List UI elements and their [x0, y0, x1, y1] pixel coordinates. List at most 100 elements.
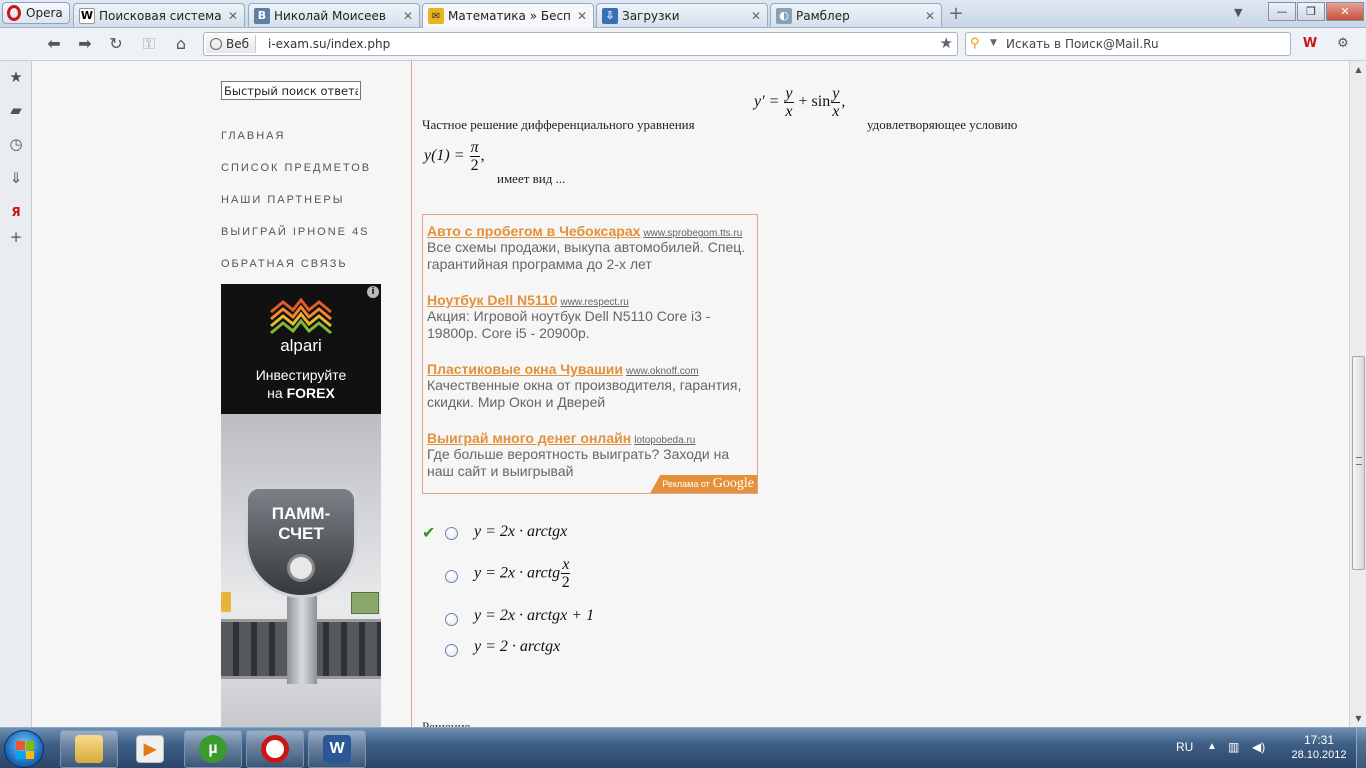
fraction: yx [831, 85, 841, 120]
ad-url[interactable]: www.respect.ru [560, 297, 628, 308]
answer-expression: y = 2 · arctgx [474, 638, 561, 655]
search-engine-icon[interactable]: ⚲ [970, 36, 980, 51]
answer-option-3[interactable]: y = 2 · arctgx [422, 638, 822, 668]
url-text[interactable]: i-exam.su/index.php [268, 37, 390, 51]
clock-date: 28.10.2012 [1291, 749, 1347, 761]
tab-0[interactable]: W Поисковая система W... ✕ [73, 3, 245, 27]
tray-expand-icon[interactable]: ▲ [1207, 741, 1217, 768]
close-icon[interactable]: ✕ [748, 9, 764, 23]
tab-list-chevron-down-icon[interactable]: ▼ [1234, 6, 1242, 19]
ad-unit[interactable]: Авто с пробегом в Чебоксарах www.sprobego… [427, 223, 755, 273]
opera-menu-button[interactable]: Opera [2, 2, 70, 24]
close-icon[interactable]: ✕ [922, 9, 938, 23]
answer-radio[interactable] [445, 644, 458, 657]
tab-1[interactable]: B Николай Моисеев ✕ [248, 3, 420, 27]
restore-icon[interactable]: ❐ [1297, 2, 1325, 21]
scroll-thumb[interactable] [1352, 356, 1365, 570]
fraction: x2 [561, 556, 571, 591]
close-icon[interactable]: ✕ [574, 9, 590, 23]
ad-title[interactable]: Ноутбук Dell N5110 [427, 292, 557, 308]
close-window-icon[interactable]: ✕ [1326, 2, 1364, 21]
frac-num: x [561, 556, 571, 574]
home-icon[interactable]: ⌂ [169, 33, 193, 55]
chevron-down-icon[interactable]: ▼ [990, 38, 997, 48]
taskbar-word[interactable]: W [308, 730, 366, 768]
menu-item-partners[interactable]: НАШИ ПАРТНЕРЫ [221, 194, 345, 206]
new-tab-icon[interactable]: + [946, 5, 966, 23]
site-info-badge[interactable]: Веб [206, 35, 257, 53]
back-arrow-icon[interactable]: ⬅ [42, 33, 66, 55]
rambler-icon: ◐ [776, 7, 792, 24]
taskbar-media-player[interactable]: ▶ [121, 730, 179, 768]
cond-lhs: y(1) = [424, 147, 469, 165]
alpari-banner[interactable]: i alpari Инвестируйте на FOREX ПАММ- СЧЕ… [221, 284, 381, 727]
answer-option-1[interactable]: y = 2x · arctg x 2 [422, 556, 822, 600]
ad-url[interactable]: lotopobeda.ru [634, 435, 695, 446]
pamm-label: ПАММ- СЧЕТ [245, 504, 357, 544]
history-clock-icon[interactable]: ◷ [8, 136, 24, 152]
language-indicator[interactable]: RU [1176, 740, 1193, 768]
flag-quad [25, 750, 34, 759]
answer-radio[interactable] [445, 613, 458, 626]
answer-option-2[interactable]: y = 2x · arctgx + 1 [422, 607, 822, 637]
tab-3[interactable]: ⇩ Загрузки ✕ [596, 3, 768, 27]
tab-4[interactable]: ◐ Рамблер ✕ [770, 3, 942, 27]
tab-label: Николай Моисеев [274, 8, 386, 23]
windows-logo-icon [16, 741, 34, 759]
ad-url[interactable]: www.sprobegom.tts.ru [643, 228, 742, 239]
volume-icon[interactable]: ◀) [1252, 740, 1265, 768]
answer-expression: y = 2x · arctgx + 1 [474, 607, 595, 624]
answer-option-0[interactable]: ✔ y = 2x · arctgx [422, 523, 822, 553]
answer-radio[interactable] [445, 570, 458, 583]
info-icon[interactable]: i [367, 286, 379, 298]
start-button[interactable] [4, 730, 44, 768]
vertical-scrollbar[interactable]: ▲ ▼ [1349, 61, 1366, 727]
ad-title[interactable]: Выиграй много денег онлайн [427, 430, 631, 446]
ad-unit[interactable]: Ноутбук Dell N5110 www.respect.ru Акция: … [427, 292, 755, 342]
tab-2[interactable]: ✉ Математика » Бесплат... ✕ [422, 3, 594, 28]
system-clock[interactable]: 17:31 28.10.2012 [1284, 733, 1354, 761]
add-panel-icon[interactable]: + [8, 229, 24, 245]
ad-title[interactable]: Авто с пробегом в Чебоксарах [427, 223, 640, 239]
scroll-up-icon[interactable]: ▲ [1351, 62, 1366, 77]
webmail-icon[interactable]: W [1299, 33, 1321, 55]
taskbar-utorrent[interactable]: µ [184, 730, 242, 768]
menu-item-home[interactable]: ГЛАВНАЯ [221, 130, 285, 142]
frac-den: x [832, 103, 840, 120]
menu-item-subjects[interactable]: СПИСОК ПРЕДМЕТОВ [221, 162, 371, 174]
key-icon[interactable]: ⚿ [137, 33, 161, 55]
ad-title[interactable]: Пластиковые окна Чувашии [427, 361, 623, 377]
taskbar-explorer[interactable] [60, 730, 118, 768]
search-input[interactable]: ⚲ ▼ Искать в Поиск@Mail.Ru [965, 32, 1291, 56]
downloads-icon[interactable]: ⇓ [8, 170, 24, 186]
ad-unit[interactable]: Выиграй много денег онлайн lotopobeda.ru … [427, 430, 755, 480]
notes-icon[interactable]: ▰ [8, 102, 24, 118]
bookmark-star-icon[interactable]: ★ [940, 34, 953, 52]
utorrent-icon: µ [199, 735, 227, 763]
coins-icon [221, 592, 231, 612]
taskbar-opera[interactable] [246, 730, 304, 768]
yandex-icon[interactable]: Я [8, 204, 24, 220]
mail-icon: ✉ [428, 8, 444, 24]
menu-item-iphone[interactable]: ВЫИГРАЙ IPHONE 4S [221, 226, 370, 238]
answer-radio[interactable] [445, 527, 458, 540]
scroll-down-icon[interactable]: ▼ [1351, 711, 1366, 726]
close-icon[interactable]: ✕ [400, 9, 416, 23]
forward-arrow-icon[interactable]: ➡ [73, 33, 97, 55]
menu-item-feedback[interactable]: ОБРАТНАЯ СВЯЗЬ [221, 258, 348, 270]
ad-url[interactable]: www.oknoff.com [626, 366, 699, 377]
address-bar[interactable]: Веб i-exam.su/index.php ★ [203, 32, 958, 56]
settings-wrench-icon[interactable]: ⚙ [1332, 33, 1354, 55]
column-divider [411, 61, 412, 727]
navigation-bar: ⬅ ➡ ↻ ⚿ ⌂ Веб i-exam.su/index.php ★ ⚲ ▼ … [0, 28, 1366, 61]
close-icon[interactable]: ✕ [225, 9, 241, 23]
reload-icon[interactable]: ↻ [104, 33, 128, 55]
banner-brand: alpari [280, 336, 322, 355]
minimize-icon[interactable]: — [1268, 2, 1296, 21]
network-icon[interactable]: ▥ [1228, 740, 1239, 768]
bookmarks-star-icon[interactable]: ★ [8, 69, 24, 85]
ad-unit[interactable]: Пластиковые окна Чувашии www.oknoff.com К… [427, 361, 755, 411]
quick-search-input[interactable] [221, 81, 361, 100]
ads-by-google-badge[interactable]: Реклама от Google [650, 475, 757, 493]
show-desktop-button[interactable] [1356, 728, 1366, 768]
